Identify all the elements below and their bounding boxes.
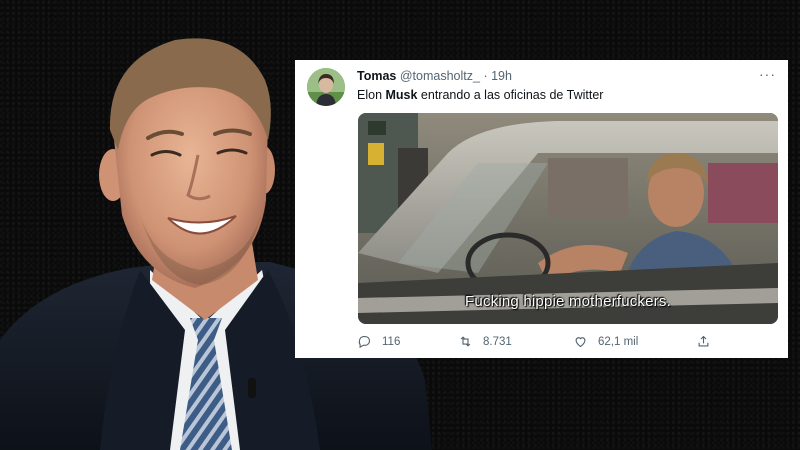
retweet-icon	[460, 336, 471, 347]
avatar-image	[307, 68, 345, 106]
retweet-count: 8.731	[483, 335, 512, 348]
heart-icon	[575, 337, 586, 348]
display-name[interactable]: Tomas	[357, 69, 396, 83]
tweet-text: Elon Musk entrando a las oficinas de Twi…	[357, 88, 603, 102]
like-button[interactable]: 62,1 mil	[573, 334, 638, 349]
tweet-text-part: entrando a las oficinas de Twitter	[417, 88, 604, 102]
movie-subtitle: Fucking hippie motherfuckers.	[465, 293, 671, 310]
tweet-header: Tomas @tomasholtz_ · 19h	[357, 69, 512, 83]
tweet-card[interactable]: Tomas @tomasholtz_ · 19h ··· Elon Musk e…	[295, 60, 788, 358]
reply-count: 116	[382, 335, 401, 348]
tweet-text-part: Elon	[357, 88, 386, 102]
tweet-time[interactable]: 19h	[491, 69, 512, 83]
tweet-text-bold: Musk	[385, 88, 418, 102]
tweet-actions: 116 8.731 62,1 mil	[357, 334, 777, 354]
separator-dot: ·	[483, 69, 488, 83]
avatar[interactable]	[307, 68, 345, 106]
reply-icon	[358, 335, 371, 349]
like-count: 62,1 mil	[598, 335, 639, 348]
retweet-button[interactable]: 8.731	[458, 334, 512, 349]
tweet-media[interactable]: Fucking hippie motherfuckers.	[358, 113, 778, 324]
share-icon	[698, 335, 709, 347]
user-handle[interactable]: @tomasholtz_	[400, 69, 480, 83]
share-button[interactable]	[696, 334, 711, 349]
more-options-icon[interactable]: ···	[759, 66, 776, 82]
reply-button[interactable]: 116	[357, 334, 400, 349]
